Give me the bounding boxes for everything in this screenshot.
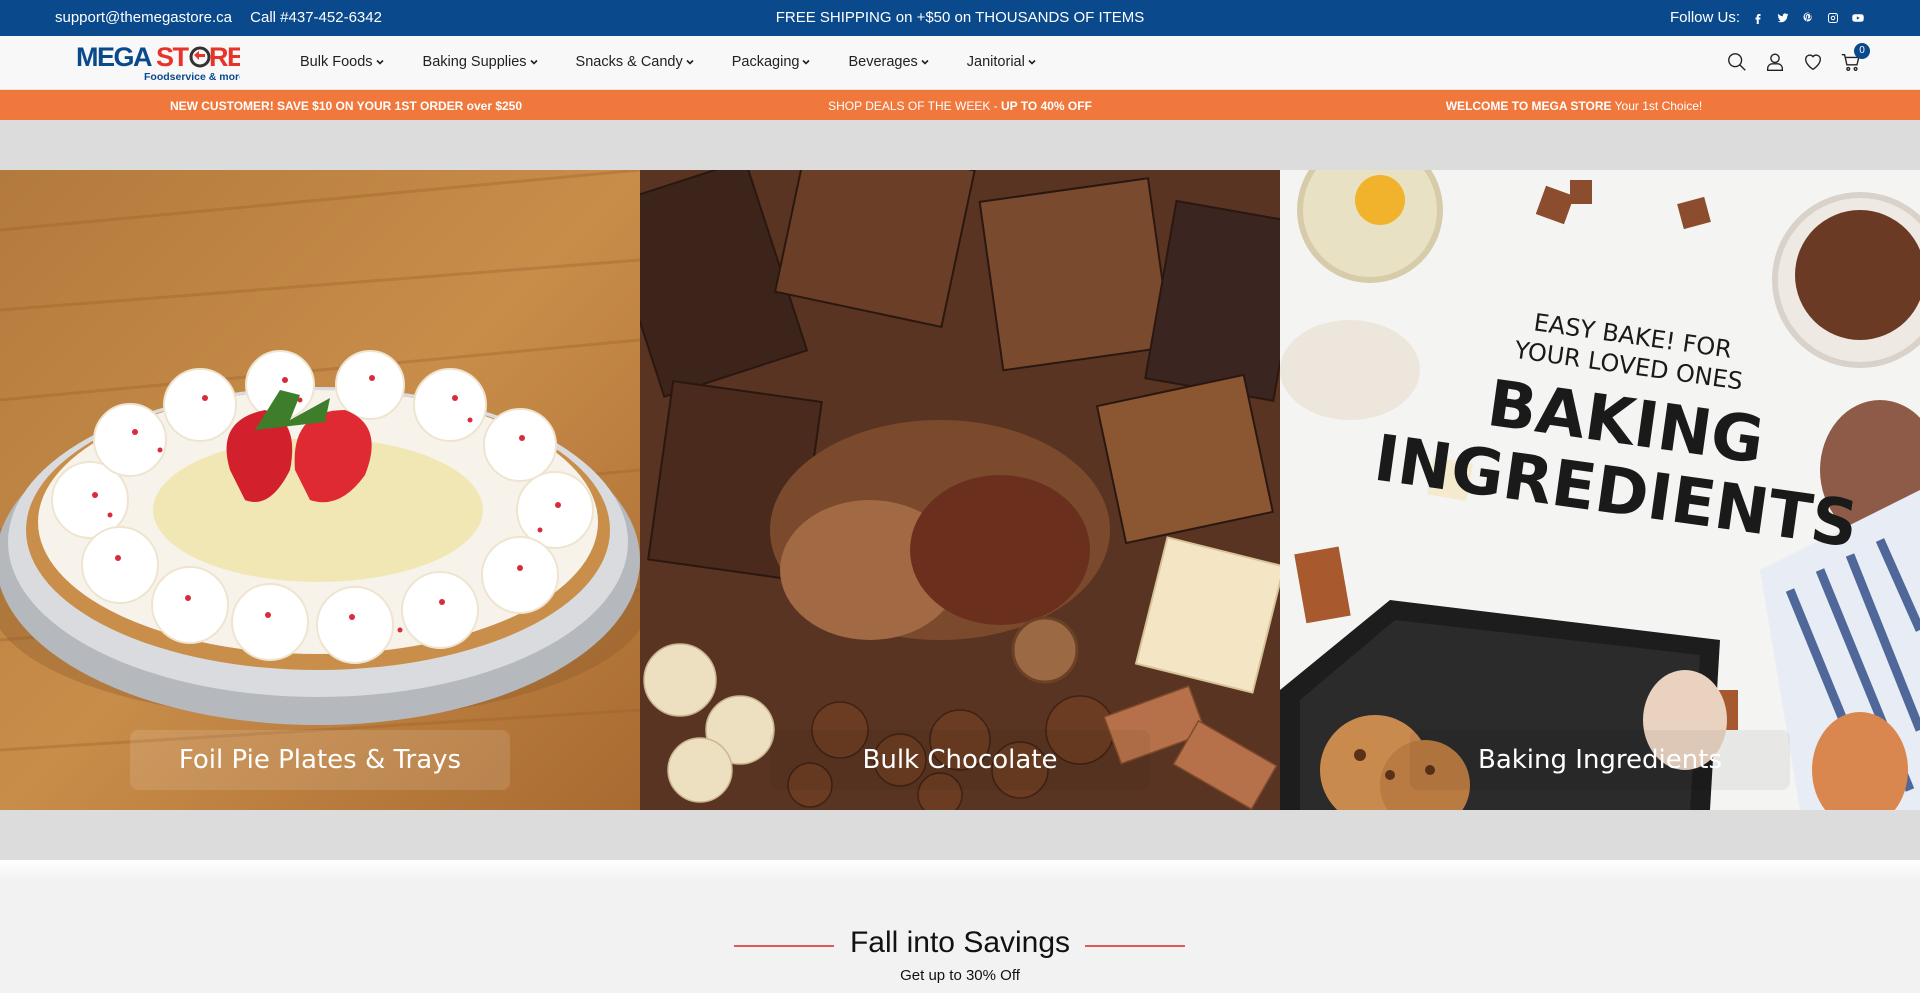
chevron-down-icon	[1028, 59, 1036, 65]
chevron-down-icon	[529, 59, 538, 65]
phone-link[interactable]: Call #437-452-6342	[250, 9, 382, 26]
instagram-icon[interactable]	[1825, 10, 1840, 25]
twitter-icon[interactable]	[1775, 10, 1790, 25]
banner-bulk-chocolate[interactable]: Bulk Chocolate	[640, 170, 1280, 810]
chevron-down-icon	[802, 59, 811, 65]
main-navigation: MEGA ST RE Foodservice & more Bulk Foods…	[0, 36, 1920, 90]
svg-text:MEGA: MEGA	[76, 42, 152, 72]
menu-item-beverages[interactable]: Beverages	[848, 54, 929, 70]
menu-item-packaging[interactable]: Packaging	[732, 54, 811, 70]
pinterest-icon[interactable]	[1800, 10, 1815, 25]
section-divider	[0, 860, 1920, 882]
banner-caption[interactable]: Foil Pie Plates & Trays	[130, 730, 510, 790]
menu-item-baking-supplies[interactable]: Baking Supplies	[423, 54, 538, 70]
wishlist-heart-icon[interactable]	[1802, 51, 1824, 73]
menu-label: Baking Supplies	[422, 54, 527, 70]
cart-count-badge: 0	[1854, 43, 1870, 59]
category-banners: Foil Pie Plates & Trays Bulk Chocolate E…	[0, 170, 1920, 810]
section-subtitle: Get up to 30% Off	[900, 967, 1020, 984]
facebook-icon[interactable]	[1750, 10, 1765, 25]
deals-of-week[interactable]: SHOP DEALS OF THE WEEK - UP TO 40% OFF	[640, 99, 1280, 113]
banner-baking-ingredients[interactable]: EASY BAKE! FOR YOUR LOVED ONES BAKING IN…	[1280, 170, 1920, 810]
top-bar: support@themegastore.ca Call #437-452-63…	[0, 0, 1920, 36]
announcement-bar: NEW CUSTOMER! SAVE $10 ON YOUR 1ST ORDER…	[0, 90, 1920, 120]
header-actions: 0	[1726, 43, 1870, 73]
banner-caption[interactable]: Bulk Chocolate	[770, 730, 1150, 790]
svg-text:RE: RE	[209, 42, 240, 72]
fall-savings-section: Fall into Savings Get up to 30% Off	[0, 860, 1920, 993]
spacer-band-bottom	[0, 810, 1920, 860]
support-email-link[interactable]: support@themegastore.ca	[55, 9, 232, 26]
welcome-rest: Your 1st Choice!	[1611, 99, 1703, 113]
baking-ingredients-image: EASY BAKE! FOR YOUR LOVED ONES BAKING IN…	[1280, 170, 1920, 810]
new-customer-offer[interactable]: NEW CUSTOMER! SAVE $10 ON YOUR 1ST ORDER…	[0, 99, 692, 113]
menu-item-bulk-foods[interactable]: Bulk Foods	[300, 54, 384, 70]
chocolate-image	[640, 170, 1280, 810]
search-icon[interactable]	[1726, 51, 1748, 73]
account-icon[interactable]	[1764, 51, 1786, 73]
pie-image	[0, 170, 640, 810]
menu-label: Bulk Foods	[300, 54, 373, 70]
chevron-down-icon	[375, 59, 384, 65]
banner-caption[interactable]: Baking Ingredients	[1410, 730, 1790, 790]
deals-prefix: SHOP DEALS OF THE WEEK -	[828, 99, 1001, 113]
banner-foil-pie-plates[interactable]: Foil Pie Plates & Trays	[0, 170, 640, 810]
menu-label: Beverages	[848, 54, 918, 70]
contact-info: support@themegastore.ca Call #437-452-63…	[55, 9, 382, 26]
follow-us: Follow Us:	[1670, 9, 1865, 26]
menu-label: Janitorial	[966, 54, 1025, 70]
welcome-message: WELCOME TO MEGA STORE Your 1st Choice!	[1254, 99, 1894, 113]
menu-item-snacks-candy[interactable]: Snacks & Candy	[576, 54, 694, 70]
deals-highlight: UP TO 40% OFF	[1001, 99, 1092, 113]
section-title: Fall into Savings	[849, 926, 1071, 959]
spacer-band-top	[0, 120, 1920, 170]
menu-item-janitorial[interactable]: Janitorial	[967, 54, 1036, 70]
welcome-bold: WELCOME TO MEGA STORE	[1445, 99, 1612, 113]
follow-label: Follow Us:	[1669, 9, 1740, 26]
menu-label: Packaging	[731, 54, 800, 70]
title-rule-right	[1085, 945, 1185, 947]
logo-tagline: Foodservice & more	[144, 71, 240, 83]
chevron-down-icon	[686, 59, 694, 65]
category-menu: Bulk Foods Baking Supplies Snacks & Cand…	[300, 54, 1036, 70]
menu-label: Snacks & Candy	[575, 54, 683, 70]
chevron-down-icon	[921, 59, 929, 65]
svg-text:ST: ST	[156, 42, 190, 72]
cart-icon[interactable]: 0	[1840, 43, 1870, 73]
megastore-logo[interactable]: MEGA ST RE Foodservice & more	[76, 42, 245, 84]
youtube-icon[interactable]	[1850, 10, 1865, 25]
